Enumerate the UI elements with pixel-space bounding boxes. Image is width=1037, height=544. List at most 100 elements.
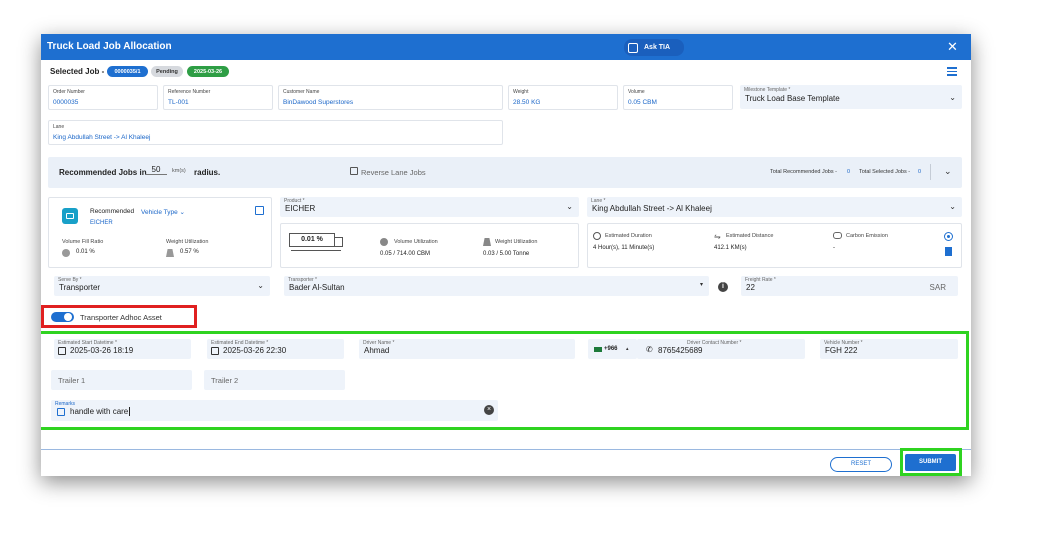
- chevron-down-icon[interactable]: ⌄: [944, 166, 952, 177]
- chevron-down-icon: ⌄: [566, 202, 573, 211]
- volume-value: 0.05 CBM: [628, 99, 657, 106]
- dialog-title: Truck Load Job Allocation: [47, 41, 172, 52]
- freight-currency: SAR: [929, 283, 946, 292]
- weight-label: Weight: [513, 89, 529, 95]
- vehicle-type-link-label: Vehicle Type: [141, 209, 178, 216]
- freight-rate-field[interactable]: Freight Rate * 22 SAR: [741, 276, 958, 296]
- vehicle-number-field[interactable]: Vehicle Number * FGH 222: [820, 339, 958, 359]
- chevron-down-icon: ⌄: [949, 93, 956, 102]
- calendar-icon: [211, 347, 219, 355]
- volume-fill-ratio-value: 0.01 %: [76, 249, 95, 255]
- radius-suffix: radius.: [194, 168, 221, 177]
- reset-button[interactable]: RESET: [830, 457, 892, 472]
- target-icon[interactable]: [944, 232, 953, 241]
- lane-select[interactable]: Lane * King Abdullah Street -> Al Khalee…: [587, 197, 962, 217]
- serve-by-select[interactable]: Serve By * Transporter ⌄: [54, 276, 270, 296]
- submit-button[interactable]: SUBMIT: [905, 454, 956, 471]
- caret-down-icon: ▴: [626, 346, 629, 352]
- co2-icon: [833, 232, 842, 239]
- weight-utilization-label: Weight Utilization: [166, 239, 209, 245]
- radius-input[interactable]: 50: [145, 165, 167, 175]
- remarks-text: handle with care: [70, 407, 129, 416]
- order-number-field: Order Number 0000035: [48, 85, 158, 110]
- recommended-label: Recommended: [90, 208, 135, 215]
- divider: [930, 164, 931, 180]
- volume-icon: [380, 238, 388, 246]
- lane-field: Lane King Abdullah Street -> Al Khaleej: [48, 120, 503, 145]
- radius-unit: km(s): [172, 168, 186, 174]
- trailer-1-placeholder: Trailer 1: [58, 376, 86, 385]
- volume-label: Volume: [628, 89, 645, 95]
- volume-icon: [62, 249, 70, 257]
- map-icon[interactable]: [945, 247, 952, 256]
- status-badge: Pending: [151, 66, 183, 77]
- recommended-jobs-label: Recommended Jobs in: [59, 168, 147, 177]
- lane-value: King Abdullah Street -> Al Khaleej: [53, 134, 151, 141]
- truck-base: [291, 250, 341, 251]
- volume-field: Volume 0.05 CBM: [623, 85, 733, 110]
- milestone-template-value: Truck Load Base Template: [745, 94, 840, 103]
- lane-label: Lane: [53, 124, 65, 130]
- remarks-field[interactable]: Remarks handle with care ×: [51, 400, 498, 421]
- clear-icon[interactable]: ×: [484, 405, 494, 415]
- open-external-icon[interactable]: [255, 206, 264, 215]
- reverse-lane-checkbox[interactable]: [350, 167, 358, 175]
- country-code-value: +966: [604, 346, 618, 352]
- truck-icon: [62, 208, 78, 224]
- list-icon[interactable]: [947, 67, 957, 76]
- driver-contact-value: 8765425689: [658, 346, 703, 355]
- customer-name-value: BinDawood Superstores: [283, 99, 354, 106]
- reverse-lane-label: Reverse Lane Jobs: [361, 168, 426, 177]
- title-bar: Truck Load Job Allocation Ask TIA ✕: [41, 34, 971, 60]
- start-datetime-value: 2025-03-26 18:19: [70, 346, 134, 355]
- lane-select-value: King Abdullah Street -> Al Khaleej: [592, 204, 712, 213]
- estimated-distance-label: Estimated Distance: [726, 233, 774, 239]
- phone-icon: ✆: [646, 345, 653, 354]
- utilization-box: 0.01 % Volume Utilization 0.05 / 714.00 …: [280, 223, 579, 268]
- driver-contact-field[interactable]: Driver Contact Number * ✆ 8765425689: [637, 339, 805, 359]
- date-badge: 2025-03-26: [187, 66, 229, 77]
- ask-tia-button[interactable]: Ask TIA: [624, 39, 684, 56]
- transporter-select[interactable]: Transporter * Bader Al-Sultan ▾: [284, 276, 709, 296]
- calendar-icon: [58, 347, 66, 355]
- remarks-value: handle with care: [70, 407, 131, 416]
- transporter-value: Bader Al-Sultan: [289, 283, 345, 292]
- trailer-2-placeholder: Trailer 2: [211, 376, 239, 385]
- distance-icon: ⇋: [714, 232, 721, 241]
- carbon-emission-value: -: [833, 245, 835, 251]
- driver-name-field[interactable]: Driver Name * Ahmad: [359, 339, 575, 359]
- trailer-2-field[interactable]: Trailer 2: [204, 370, 345, 390]
- total-selected-count: 0: [918, 169, 922, 175]
- job-id-badge: 0000035/1: [107, 66, 148, 77]
- milestone-template-label: Milestone Template *: [744, 87, 791, 93]
- weight-utilization-label: Weight Utilization: [495, 239, 538, 245]
- selected-job-label: Selected Job -: [50, 67, 105, 76]
- vehicle-number-value: FGH 222: [825, 346, 858, 355]
- info-icon[interactable]: i: [718, 282, 728, 292]
- weight-field: Weight 28.50 KG: [508, 85, 618, 110]
- trailer-1-field[interactable]: Trailer 1: [51, 370, 192, 390]
- end-datetime-value: 2025-03-26 22:30: [223, 346, 287, 355]
- total-recommended-label: Total Recommended Jobs -: [770, 169, 837, 175]
- weight-utilization-value: 0.03 / 5.00 Tonne: [483, 251, 530, 257]
- customer-name-label: Customer Name: [283, 89, 320, 95]
- end-datetime-field[interactable]: Estimated End Datetime * 2025-03-26 22:3…: [207, 339, 344, 359]
- adhoc-label: Transporter Adhoc Asset: [80, 313, 162, 322]
- vehicle-type-link[interactable]: Vehicle Type ⌄: [141, 208, 185, 216]
- chevron-down-icon: ⌄: [949, 202, 956, 211]
- start-datetime-field[interactable]: Estimated Start Datetime * 2025-03-26 18…: [54, 339, 191, 359]
- customer-name-field: Customer Name BinDawood Superstores: [278, 85, 503, 110]
- weight-value: 28.50 KG: [513, 99, 541, 106]
- estimated-distance-value: 412.1 KM(s): [714, 245, 747, 251]
- weight-utilization-value: 0.57 %: [180, 249, 199, 255]
- serve-by-value: Transporter: [59, 283, 101, 292]
- milestone-template-select[interactable]: Milestone Template * Truck Load Base Tem…: [740, 85, 962, 109]
- product-select[interactable]: Product * EICHER ⌄: [280, 197, 579, 217]
- volume-fill-ratio-label: Volume Fill Ratio: [62, 239, 104, 245]
- country-code-select[interactable]: +966 ▴: [588, 339, 637, 359]
- caret-down-icon: ▾: [699, 282, 703, 288]
- close-icon[interactable]: ✕: [947, 39, 958, 55]
- weight-icon: [483, 238, 491, 246]
- adhoc-toggle[interactable]: [51, 312, 74, 322]
- recommended-jobs-bar: Recommended Jobs in 50 km(s) radius. Rev…: [48, 157, 962, 188]
